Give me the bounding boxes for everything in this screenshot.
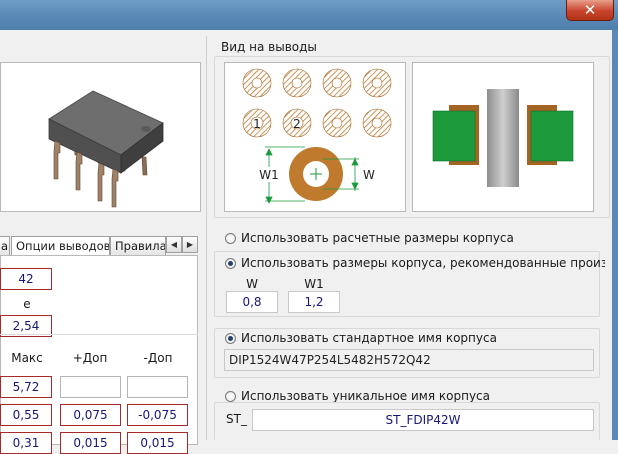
pin2-label: 2: [293, 117, 301, 131]
manufacturer-size-radio[interactable]: [225, 258, 236, 269]
through-hole-side-icon: [432, 89, 574, 187]
unique-name-label[interactable]: Использовать уникальное имя корпуса: [241, 389, 490, 403]
row2-max-field[interactable]: 0,55: [0, 404, 52, 426]
manufacturer-size-label[interactable]: Использовать размеры корпуса, рекомендов…: [241, 256, 605, 270]
window-frame-right: [612, 30, 618, 440]
close-button[interactable]: ✕: [566, 0, 614, 21]
unique-name-prefix: ST_: [226, 412, 247, 426]
col-header-plus-tol: +Доп: [72, 351, 108, 365]
standard-name-label[interactable]: Использовать стандартное имя корпуса: [241, 331, 497, 345]
tab-rules[interactable]: Правила: [110, 236, 166, 256]
pin-view-title: Вид на выводы: [221, 40, 317, 54]
row2-plus-field[interactable]: 0,075: [60, 404, 121, 426]
tab-pin-options[interactable]: Опции выводов: [11, 236, 110, 256]
unique-name-radio[interactable]: [225, 391, 236, 402]
w-col-label: W: [246, 277, 258, 291]
column-separator: [206, 36, 207, 440]
unique-name-field[interactable]: ST_FDIP42W: [252, 409, 594, 431]
pin1-label: 1: [253, 117, 261, 131]
row1-minus-field[interactable]: [127, 376, 188, 398]
dim-w-label: W: [363, 168, 375, 182]
row3-minus-field[interactable]: 0,015: [127, 432, 188, 454]
pin-layout-view: 1 2 W1 W: [224, 62, 406, 212]
pin-pads-diagram: 1 2 W1 W: [242, 68, 392, 204]
pin-count-field[interactable]: 42: [0, 268, 52, 290]
tab-scroll-right-button[interactable]: ▶: [182, 236, 198, 253]
w1-value-field[interactable]: 1,2: [288, 291, 340, 313]
pin-side-view: [412, 62, 594, 212]
col-header-minus-tol: -Доп: [143, 351, 173, 365]
pitch-label: e: [23, 297, 31, 311]
dip-package-3d-icon: [48, 90, 164, 208]
row1-plus-field[interactable]: [60, 376, 121, 398]
standard-name-field[interactable]: DIP1524W47P254L5482H572Q42: [224, 349, 594, 371]
dim-w1-label: W1: [259, 168, 279, 182]
row2-minus-field[interactable]: -0,075: [127, 404, 188, 426]
col-header-max: Макс: [11, 351, 43, 365]
divider: [0, 334, 198, 335]
calc-size-label[interactable]: Использовать расчетные размеры корпуса: [241, 231, 514, 245]
tab-scroll-left-button[interactable]: ◀: [166, 236, 182, 253]
w-value-field[interactable]: 0,8: [226, 291, 278, 313]
package-3d-preview: [0, 62, 201, 212]
row3-max-field[interactable]: 0,31: [0, 432, 52, 454]
row1-max-field[interactable]: 5,72: [0, 376, 52, 398]
tab-partial[interactable]: а: [0, 236, 10, 256]
calc-size-radio[interactable]: [225, 233, 236, 244]
standard-name-radio[interactable]: [225, 333, 236, 344]
w1-col-label: W1: [304, 277, 324, 291]
row3-plus-field[interactable]: 0,015: [60, 432, 121, 454]
